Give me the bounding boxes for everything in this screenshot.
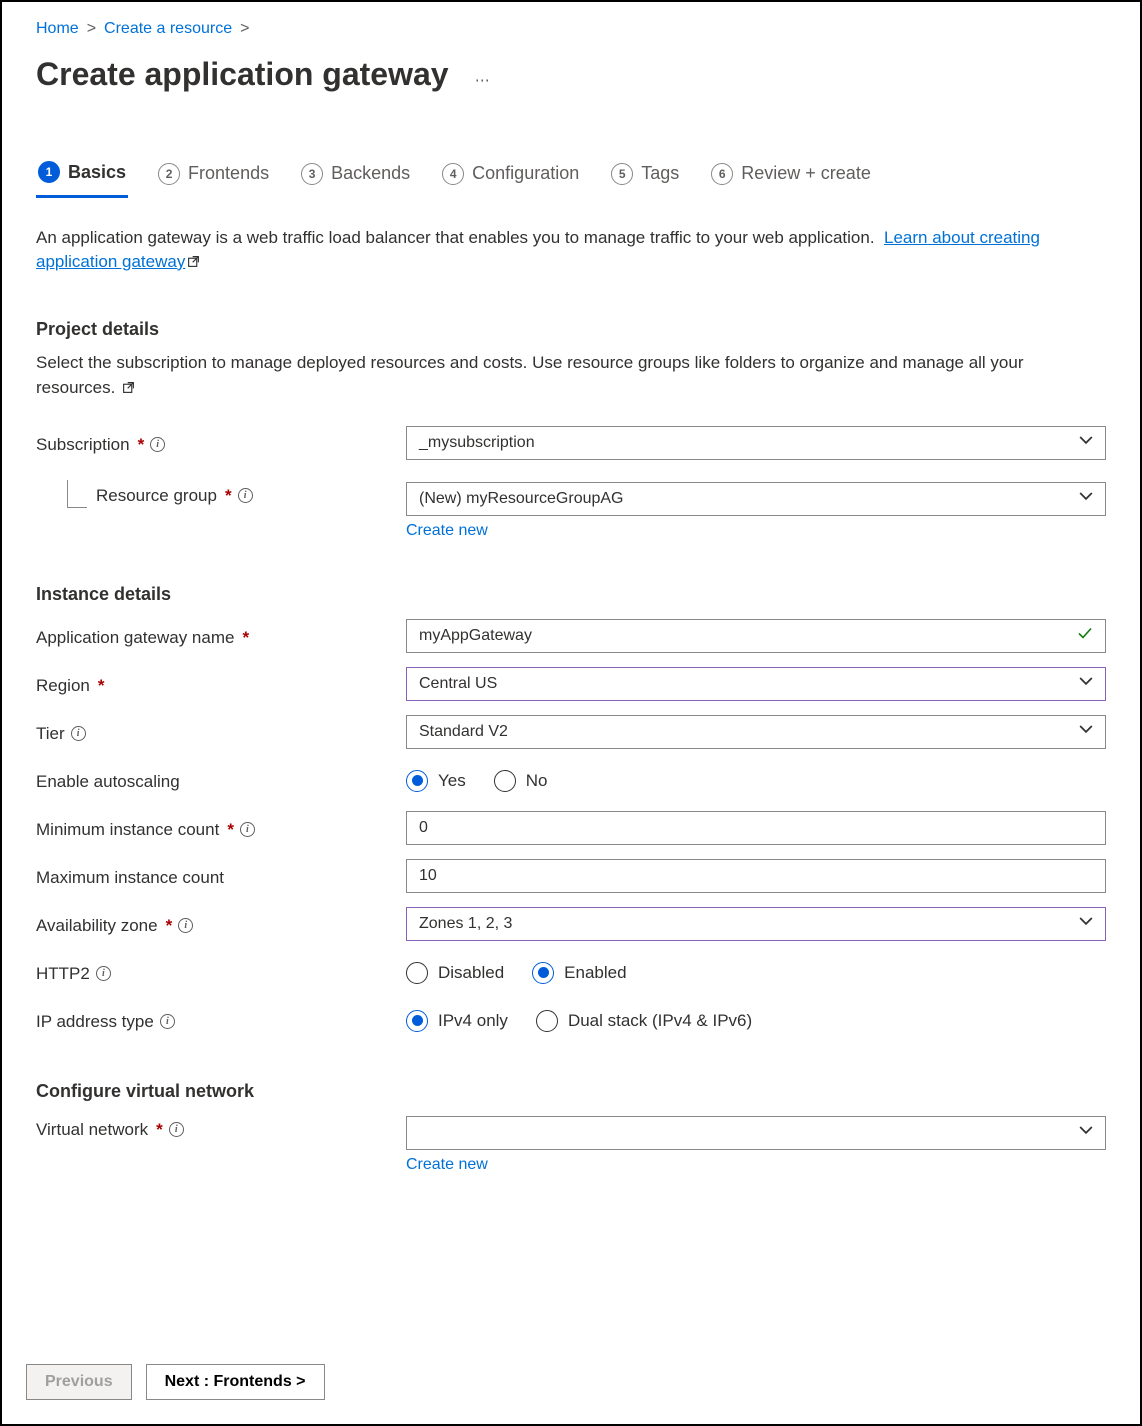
min-instance-label: Minimum instance count* i bbox=[36, 816, 406, 840]
tab-label: Frontends bbox=[188, 163, 269, 184]
vnet-label: Virtual network* i bbox=[36, 1116, 406, 1140]
external-link-icon bbox=[187, 251, 200, 275]
section-heading-vnet: Configure virtual network bbox=[36, 1081, 1106, 1102]
wizard-tabs: 1 Basics 2 Frontends 3 Backends 4 Config… bbox=[36, 161, 1106, 198]
create-new-resource-group-link[interactable]: Create new bbox=[406, 522, 488, 540]
tier-label: Tier i bbox=[36, 720, 406, 744]
tab-configuration[interactable]: 4 Configuration bbox=[440, 161, 581, 198]
tab-number: 1 bbox=[38, 161, 60, 183]
tab-label: Configuration bbox=[472, 163, 579, 184]
tab-backends[interactable]: 3 Backends bbox=[299, 161, 412, 198]
chevron-right-icon: > bbox=[240, 20, 249, 38]
external-link-icon bbox=[122, 376, 135, 402]
section-heading-project: Project details bbox=[36, 319, 1106, 340]
checkmark-icon bbox=[1077, 625, 1093, 646]
availability-zone-dropdown[interactable]: Zones 1, 2, 3 bbox=[406, 907, 1106, 941]
breadcrumb-home[interactable]: Home bbox=[36, 20, 79, 38]
breadcrumb: Home > Create a resource > bbox=[36, 16, 1106, 38]
info-icon[interactable]: i bbox=[169, 1122, 184, 1137]
tab-tags[interactable]: 5 Tags bbox=[609, 161, 681, 198]
chevron-down-icon bbox=[1079, 722, 1093, 741]
subscription-dropdown[interactable]: _mysubscription bbox=[406, 426, 1106, 460]
availability-zone-label: Availability zone* i bbox=[36, 912, 406, 936]
autoscaling-yes-radio[interactable]: Yes bbox=[406, 770, 466, 792]
subscription-label: Subscription* i bbox=[36, 431, 406, 455]
ip-type-radio-group: IPv4 only Dual stack (IPv4 & IPv6) bbox=[406, 1008, 1106, 1032]
section-heading-instance: Instance details bbox=[36, 584, 1106, 605]
tab-number: 3 bbox=[301, 163, 323, 185]
page-title: Create application gateway bbox=[36, 56, 449, 93]
region-dropdown[interactable]: Central US bbox=[406, 667, 1106, 701]
http2-label: HTTP2 i bbox=[36, 960, 406, 984]
chevron-down-icon bbox=[1079, 433, 1093, 452]
info-icon[interactable]: i bbox=[178, 918, 193, 933]
create-new-vnet-link[interactable]: Create new bbox=[406, 1156, 488, 1174]
http2-disabled-radio[interactable]: Disabled bbox=[406, 962, 504, 984]
info-icon[interactable]: i bbox=[240, 822, 255, 837]
http2-enabled-radio[interactable]: Enabled bbox=[532, 962, 626, 984]
next-button[interactable]: Next : Frontends > bbox=[146, 1364, 325, 1400]
tab-basics[interactable]: 1 Basics bbox=[36, 161, 128, 198]
wizard-footer: Previous Next : Frontends > bbox=[2, 1352, 1140, 1424]
section-desc-project: Select the subscription to manage deploy… bbox=[36, 350, 1106, 402]
vnet-dropdown[interactable] bbox=[406, 1116, 1106, 1150]
autoscaling-no-radio[interactable]: No bbox=[494, 770, 548, 792]
max-instance-input[interactable]: 10 bbox=[406, 859, 1106, 893]
tab-frontends[interactable]: 2 Frontends bbox=[156, 161, 271, 198]
tab-review-create[interactable]: 6 Review + create bbox=[709, 161, 873, 198]
tree-connector-icon bbox=[67, 480, 87, 508]
autoscaling-label: Enable autoscaling bbox=[36, 768, 406, 792]
max-instance-label: Maximum instance count bbox=[36, 864, 406, 888]
resource-group-dropdown[interactable]: (New) myResourceGroupAG bbox=[406, 482, 1106, 516]
info-icon[interactable]: i bbox=[160, 1014, 175, 1029]
tab-number: 2 bbox=[158, 163, 180, 185]
chevron-down-icon bbox=[1079, 1123, 1093, 1142]
previous-button: Previous bbox=[26, 1364, 132, 1400]
region-label: Region* bbox=[36, 672, 406, 696]
autoscaling-radio-group: Yes No bbox=[406, 768, 1106, 792]
more-actions-icon[interactable]: ⋯ bbox=[475, 72, 493, 89]
tier-dropdown[interactable]: Standard V2 bbox=[406, 715, 1106, 749]
chevron-down-icon bbox=[1079, 914, 1093, 933]
http2-radio-group: Disabled Enabled bbox=[406, 960, 1106, 984]
gateway-name-label: Application gateway name* bbox=[36, 624, 406, 648]
intro-text: An application gateway is a web traffic … bbox=[36, 226, 1106, 275]
info-icon[interactable]: i bbox=[150, 437, 165, 452]
tab-label: Backends bbox=[331, 163, 410, 184]
ip-type-ipv4-radio[interactable]: IPv4 only bbox=[406, 1010, 508, 1032]
chevron-right-icon: > bbox=[87, 20, 96, 38]
tab-number: 4 bbox=[442, 163, 464, 185]
resource-group-label: Resource group* i bbox=[36, 482, 406, 506]
breadcrumb-create-resource[interactable]: Create a resource bbox=[104, 20, 232, 38]
tab-label: Tags bbox=[641, 163, 679, 184]
tab-label: Basics bbox=[68, 162, 126, 183]
info-icon[interactable]: i bbox=[96, 966, 111, 981]
tab-number: 5 bbox=[611, 163, 633, 185]
chevron-down-icon bbox=[1079, 489, 1093, 508]
info-icon[interactable]: i bbox=[71, 726, 86, 741]
ip-type-dualstack-radio[interactable]: Dual stack (IPv4 & IPv6) bbox=[536, 1010, 752, 1032]
tab-number: 6 bbox=[711, 163, 733, 185]
tab-label: Review + create bbox=[741, 163, 871, 184]
gateway-name-input[interactable]: myAppGateway bbox=[406, 619, 1106, 653]
info-icon[interactable]: i bbox=[238, 488, 253, 503]
ip-type-label: IP address type i bbox=[36, 1008, 406, 1032]
min-instance-input[interactable]: 0 bbox=[406, 811, 1106, 845]
chevron-down-icon bbox=[1079, 674, 1093, 693]
